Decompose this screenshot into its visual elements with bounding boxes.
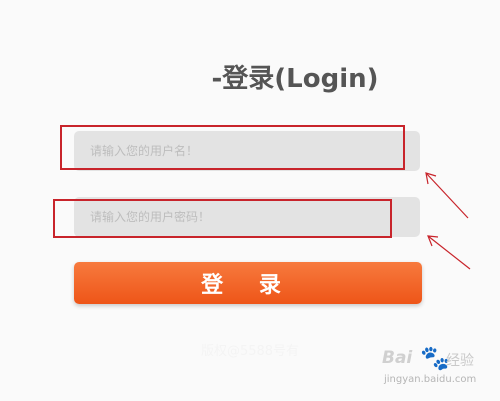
watermark-site: jingyan.baidu.com — [384, 374, 477, 385]
login-button[interactable]: 登 录 — [74, 262, 422, 304]
arrow-password — [427, 235, 471, 270]
watermark-brand-cn: 经验 — [446, 353, 474, 369]
watermark-brand: Bai — [382, 348, 413, 368]
baidu-watermark: Bai 🐾 经验 jingyan.baidu.com — [380, 344, 490, 394]
arrow-username — [425, 172, 469, 219]
